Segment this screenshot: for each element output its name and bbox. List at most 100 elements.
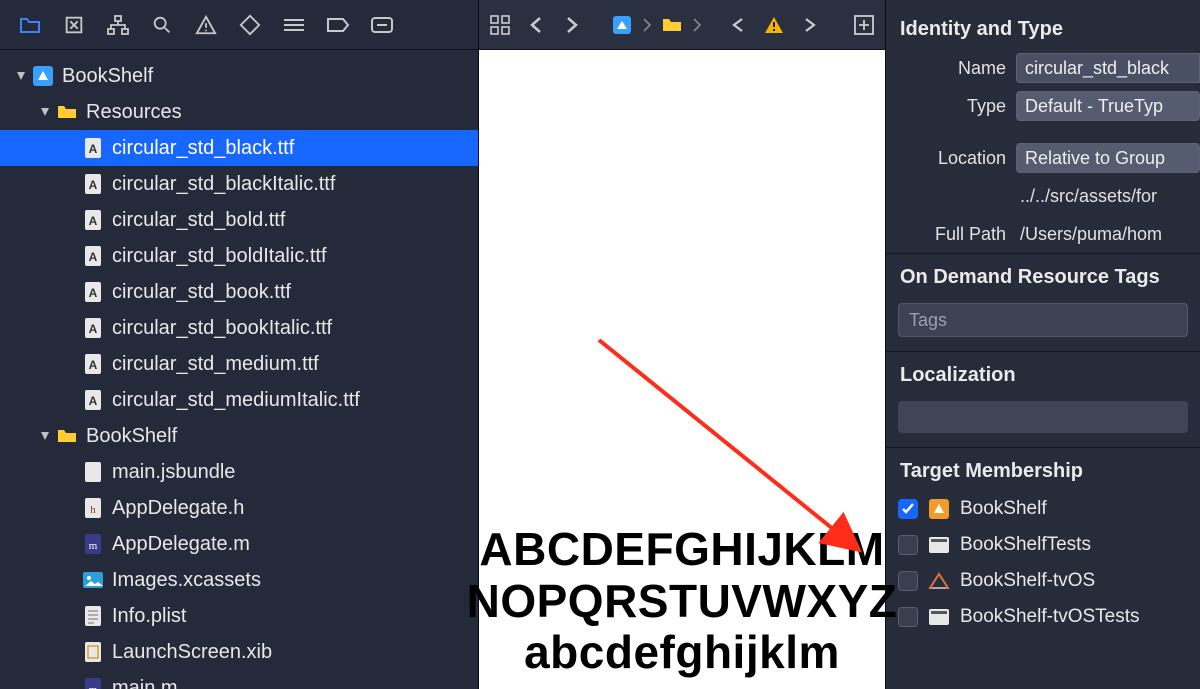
breadcrumb-sep-icon (643, 17, 651, 33)
warning-icon[interactable] (759, 10, 789, 40)
tree-label: circular_std_boldItalic.ttf (112, 245, 327, 268)
tree-file[interactable]: A circular_std_medium.ttf (0, 346, 478, 382)
find-tab-icon[interactable] (140, 0, 184, 50)
tree-folder-bookshelf[interactable]: BookShelf (0, 418, 478, 454)
tree-file[interactable]: A circular_std_black.ttf (0, 130, 478, 166)
tests-target-icon (928, 534, 950, 556)
svg-text:m: m (89, 540, 98, 552)
tree-label: main.m (112, 677, 178, 689)
target-name: BookShelf (960, 498, 1047, 520)
nav-back-icon[interactable] (521, 10, 551, 40)
target-member-row[interactable]: BookShelf (886, 491, 1200, 527)
tv-target-icon (928, 570, 950, 592)
tree-label: BookShelf (86, 425, 177, 448)
disclosure-triangle-icon[interactable] (38, 429, 52, 443)
font-file-icon: A (82, 389, 104, 411)
svg-text:A: A (89, 286, 98, 300)
nav-forward-icon[interactable] (557, 10, 587, 40)
issue-next-icon[interactable] (795, 10, 825, 40)
tree-label: circular_std_bold.ttf (112, 209, 285, 232)
assets-icon (82, 569, 104, 591)
font-file-icon: A (82, 317, 104, 339)
type-dropdown[interactable]: Default - TrueTyp (1016, 91, 1200, 121)
breakpoints-tab-icon[interactable] (316, 0, 360, 50)
related-items-icon[interactable] (485, 10, 515, 40)
symbol-tab-icon[interactable] (96, 0, 140, 50)
folder-tab-icon[interactable] (8, 0, 52, 50)
preview-line: NOPQRSTUVWXYZ (467, 576, 898, 628)
font-file-icon: A (82, 173, 104, 195)
add-editor-icon[interactable] (849, 10, 879, 40)
tree-file[interactable]: h AppDelegate.h (0, 490, 478, 526)
name-field[interactable]: circular_std_black (1016, 53, 1200, 83)
tree-label: circular_std_book.ttf (112, 281, 291, 304)
location-label: Location (886, 148, 1016, 169)
tree-label: circular_std_blackItalic.ttf (112, 173, 335, 196)
section-localization-header: Localization (886, 351, 1200, 395)
disclosure-triangle-icon[interactable] (14, 69, 28, 83)
tree-folder-resources[interactable]: Resources (0, 94, 478, 130)
impl-file-icon: m (82, 533, 104, 555)
tree-project-root[interactable]: BookShelf (0, 58, 478, 94)
location-dropdown[interactable]: Relative to Group (1016, 143, 1200, 173)
file-tree[interactable]: BookShelf Resources A circular_std_black… (0, 50, 478, 689)
breadcrumb-folder-icon[interactable] (657, 10, 687, 40)
section-odr-header: On Demand Resource Tags (886, 253, 1200, 297)
breadcrumb-app-icon[interactable] (607, 10, 637, 40)
font-file-icon: A (82, 353, 104, 375)
section-target-header: Target Membership (886, 447, 1200, 491)
target-name: BookShelf-tvOSTests (960, 606, 1140, 628)
tree-label: circular_std_bookItalic.ttf (112, 317, 332, 340)
checkbox-icon[interactable] (898, 571, 918, 591)
font-file-icon: A (82, 281, 104, 303)
target-member-row[interactable]: BookShelf-tvOS (886, 563, 1200, 599)
checkbox-icon[interactable] (898, 607, 918, 627)
disclosure-triangle-icon[interactable] (38, 105, 52, 119)
reports-tab-icon[interactable] (360, 0, 404, 50)
source-control-tab-icon[interactable] (52, 0, 96, 50)
svg-text:A: A (89, 214, 98, 228)
folder-icon (56, 101, 78, 123)
tree-file[interactable]: m main.m (0, 670, 478, 689)
tree-file[interactable]: A circular_std_boldItalic.ttf (0, 238, 478, 274)
generic-file-icon (82, 461, 104, 483)
target-name: BookShelfTests (960, 534, 1091, 556)
checkbox-icon[interactable] (898, 535, 918, 555)
folder-icon (56, 425, 78, 447)
checkbox-icon[interactable] (898, 499, 918, 519)
tree-file[interactable]: main.jsbundle (0, 454, 478, 490)
debug-tab-icon[interactable] (272, 0, 316, 50)
target-name: BookShelf-tvOS (960, 570, 1095, 592)
tree-file[interactable]: A circular_std_bookItalic.ttf (0, 310, 478, 346)
tree-file[interactable]: LaunchScreen.xib (0, 634, 478, 670)
font-file-icon: A (82, 245, 104, 267)
target-member-row[interactable]: BookShelf-tvOSTests (886, 599, 1200, 635)
font-preview: ABCDEFGHIJKLM NOPQRSTUVWXYZ abcdefghijkl… (479, 50, 885, 689)
issue-prev-icon[interactable] (723, 10, 753, 40)
tree-label: Images.xcassets (112, 569, 261, 592)
target-member-row[interactable]: BookShelfTests (886, 527, 1200, 563)
tree-file[interactable]: Images.xcassets (0, 562, 478, 598)
app-icon (32, 65, 54, 87)
tree-label: circular_std_black.ttf (112, 137, 294, 160)
localization-bar[interactable] (898, 401, 1188, 433)
tree-label: LaunchScreen.xib (112, 641, 272, 664)
tree-file[interactable]: A circular_std_book.ttf (0, 274, 478, 310)
issues-tab-icon[interactable] (184, 0, 228, 50)
tree-file[interactable]: A circular_std_blackItalic.ttf (0, 166, 478, 202)
tree-file[interactable]: A circular_std_bold.ttf (0, 202, 478, 238)
svg-text:A: A (89, 322, 98, 336)
tests-tab-icon[interactable] (228, 0, 272, 50)
odr-tags-field[interactable]: Tags (898, 303, 1188, 337)
svg-text:h: h (90, 504, 96, 516)
project-navigator: BookShelf Resources A circular_std_black… (0, 0, 478, 689)
tree-label: AppDelegate.m (112, 533, 250, 556)
preview-line: ABCDEFGHIJKLM (479, 524, 884, 576)
navigator-toolbar (0, 0, 478, 50)
preview-line: abcdefghijklm (524, 627, 840, 679)
tree-file[interactable]: Info.plist (0, 598, 478, 634)
tree-file[interactable]: A circular_std_mediumItalic.ttf (0, 382, 478, 418)
breadcrumb-sep-icon (693, 17, 701, 33)
fullpath-label: Full Path (886, 224, 1016, 245)
tree-file[interactable]: m AppDelegate.m (0, 526, 478, 562)
